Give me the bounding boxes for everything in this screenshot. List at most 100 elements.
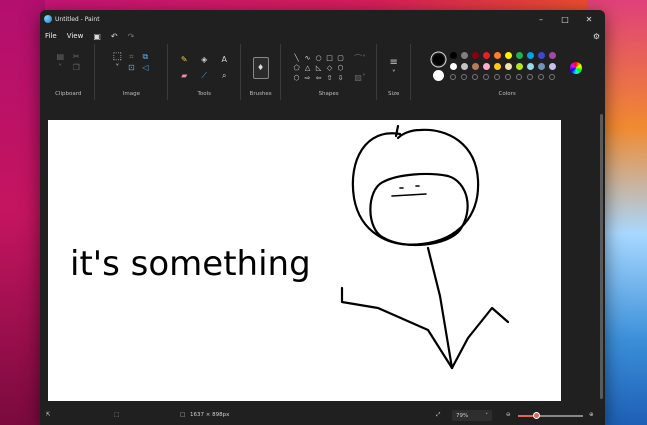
color-swatch[interactable] — [493, 52, 501, 59]
arrow-up-shape-icon[interactable]: ⇧ — [327, 74, 333, 82]
arrow-down-shape-icon[interactable]: ⇩ — [338, 74, 344, 82]
color-swatch[interactable] — [482, 52, 490, 59]
select-icon[interactable]: ⬚ — [111, 51, 123, 62]
diamond-shape-icon[interactable]: ◇ — [327, 64, 332, 72]
drawing-canvas[interactable]: it's something — [48, 120, 561, 401]
fill-dropdown-icon[interactable]: ▨˅ — [354, 72, 366, 83]
zoom-chevron-icon: ˅ — [485, 412, 488, 419]
menu-bar: File View ▣ ↶ ↷ ⚙ — [40, 28, 605, 44]
shapes-label: Shapes — [318, 91, 339, 97]
title-bar: Untitled - Paint – □ ✕ — [40, 10, 605, 28]
custom-color-slot[interactable] — [460, 74, 467, 80]
zoom-slider[interactable] — [518, 412, 583, 419]
color-swatch[interactable] — [482, 63, 490, 70]
outline-dropdown-icon[interactable]: ⌒˅ — [354, 53, 366, 64]
color-swatch[interactable] — [504, 63, 512, 70]
color-swatch[interactable] — [537, 63, 545, 70]
color-swatch[interactable] — [548, 63, 556, 70]
fill-icon[interactable]: ◈ — [198, 54, 210, 65]
maximize-button[interactable]: □ — [553, 15, 577, 24]
custom-color-slot[interactable] — [493, 74, 500, 80]
cut-icon[interactable]: ✂ — [70, 51, 82, 62]
magnifier-icon[interactable]: ⌕ — [218, 70, 230, 81]
menu-view[interactable]: View — [67, 32, 84, 40]
oval-shape-icon[interactable]: ○ — [316, 54, 322, 62]
right-triangle-shape-icon[interactable]: ◺ — [316, 64, 321, 72]
ribbon-toolbar: ▤ ✂ ˅ ❐ Clipboard ⬚ ⌗ ⧉ ˅ ⊡ ◁ Image ✎ ◈ … — [40, 44, 605, 101]
rectangle-shape-icon[interactable]: □ — [326, 54, 333, 62]
paint-app-icon — [44, 15, 52, 23]
color-swatch[interactable] — [449, 63, 457, 70]
rounded-rectangle-shape-icon[interactable]: ▢ — [337, 54, 344, 62]
tools-label: Tools — [197, 91, 211, 97]
zoom-in-icon[interactable]: ⊕ — [589, 412, 594, 418]
save-icon[interactable]: ▣ — [93, 32, 101, 41]
zoom-slider-thumb[interactable] — [533, 412, 541, 419]
color-swatch[interactable] — [537, 52, 545, 59]
brushes-label: Brushes — [249, 91, 272, 97]
brush-icon[interactable]: ♦ — [252, 56, 269, 79]
clipboard-group: ▤ ✂ ˅ ❐ Clipboard — [42, 44, 96, 100]
color-swatch[interactable] — [548, 52, 556, 59]
redo-icon[interactable]: ↷ — [128, 32, 135, 41]
fit-to-window-icon[interactable]: ⤢ — [436, 412, 440, 419]
secondary-color-swatch[interactable] — [432, 70, 444, 81]
rotate-icon[interactable]: ◁ — [139, 62, 151, 73]
arrow-right-shape-icon[interactable]: ⇨ — [305, 74, 311, 82]
resize-icon[interactable]: ⧉ — [139, 51, 151, 62]
custom-color-slot[interactable] — [526, 74, 533, 80]
color-swatch[interactable] — [471, 63, 479, 70]
crop-icon[interactable]: ⌗ — [125, 51, 137, 62]
color-picker-icon[interactable]: ⟋ — [198, 70, 210, 81]
pentagon-shape-icon[interactable]: ⬡ — [338, 64, 344, 72]
custom-color-slot[interactable] — [449, 74, 456, 80]
color-swatch[interactable] — [471, 52, 479, 59]
color-swatch[interactable] — [460, 63, 468, 70]
image-resize-icon[interactable]: ⊡ — [125, 62, 137, 73]
settings-gear-icon[interactable]: ⚙ — [593, 32, 600, 41]
brushes-group: ♦ Brushes — [241, 44, 282, 100]
image-group: ⬚ ⌗ ⧉ ˅ ⊡ ◁ Image — [95, 44, 169, 100]
color-swatch[interactable] — [460, 52, 468, 59]
paste-dropdown-icon[interactable]: ˅ — [54, 62, 66, 73]
zoom-out-icon[interactable]: ⊖ — [506, 412, 511, 418]
vertical-scrollbar[interactable] — [600, 114, 603, 399]
size-dropdown-icon[interactable]: ˅ — [388, 68, 400, 79]
zoom-dropdown[interactable]: 79% ˅ — [452, 410, 492, 421]
custom-color-slot[interactable] — [482, 74, 489, 80]
color-swatch[interactable] — [526, 63, 534, 70]
eraser-icon[interactable]: ▰ — [178, 70, 190, 81]
color-swatch[interactable] — [504, 52, 512, 59]
arrow-left-shape-icon[interactable]: ⇦ — [316, 74, 322, 82]
menu-file[interactable]: File — [45, 32, 57, 40]
custom-color-slot[interactable] — [515, 74, 522, 80]
select-dropdown-icon[interactable]: ˅ — [111, 62, 123, 73]
polygon-shape-icon[interactable]: ⬠ — [294, 64, 300, 72]
line-shape-icon[interactable]: ╲ — [295, 54, 299, 62]
close-button[interactable]: ✕ — [577, 15, 601, 24]
color-swatch[interactable] — [515, 63, 523, 70]
color-swatch[interactable] — [526, 52, 534, 59]
hexagon-shape-icon[interactable]: ⬡ — [294, 74, 300, 82]
copy-icon[interactable]: ❐ — [70, 62, 82, 73]
cursor-position-icon: ⇱ — [46, 412, 51, 418]
edit-colors-wheel-icon[interactable] — [569, 61, 582, 74]
triangle-shape-icon[interactable]: △ — [305, 64, 310, 72]
undo-icon[interactable]: ↶ — [111, 32, 118, 41]
minimize-button[interactable]: – — [529, 15, 553, 24]
color-swatch[interactable] — [449, 52, 457, 59]
paste-icon[interactable]: ▤ — [54, 51, 66, 62]
custom-color-slot[interactable] — [504, 74, 511, 80]
pencil-icon[interactable]: ✎ — [178, 54, 190, 65]
curve-shape-icon[interactable]: ∿ — [305, 54, 311, 62]
custom-color-slot[interactable] — [471, 74, 478, 80]
color-swatch[interactable] — [515, 52, 523, 59]
text-icon[interactable]: A — [218, 54, 230, 65]
custom-color-slot[interactable] — [548, 74, 555, 80]
tools-group: ✎ ◈ A ▰ ⟋ ⌕ Tools — [168, 44, 242, 100]
color-swatch[interactable] — [493, 63, 501, 70]
canvas-size-text: 1637 × 898px — [190, 412, 230, 418]
size-lines-icon[interactable]: ≡ — [388, 57, 400, 68]
primary-color-swatch[interactable] — [432, 54, 444, 65]
custom-color-slot[interactable] — [537, 74, 544, 80]
